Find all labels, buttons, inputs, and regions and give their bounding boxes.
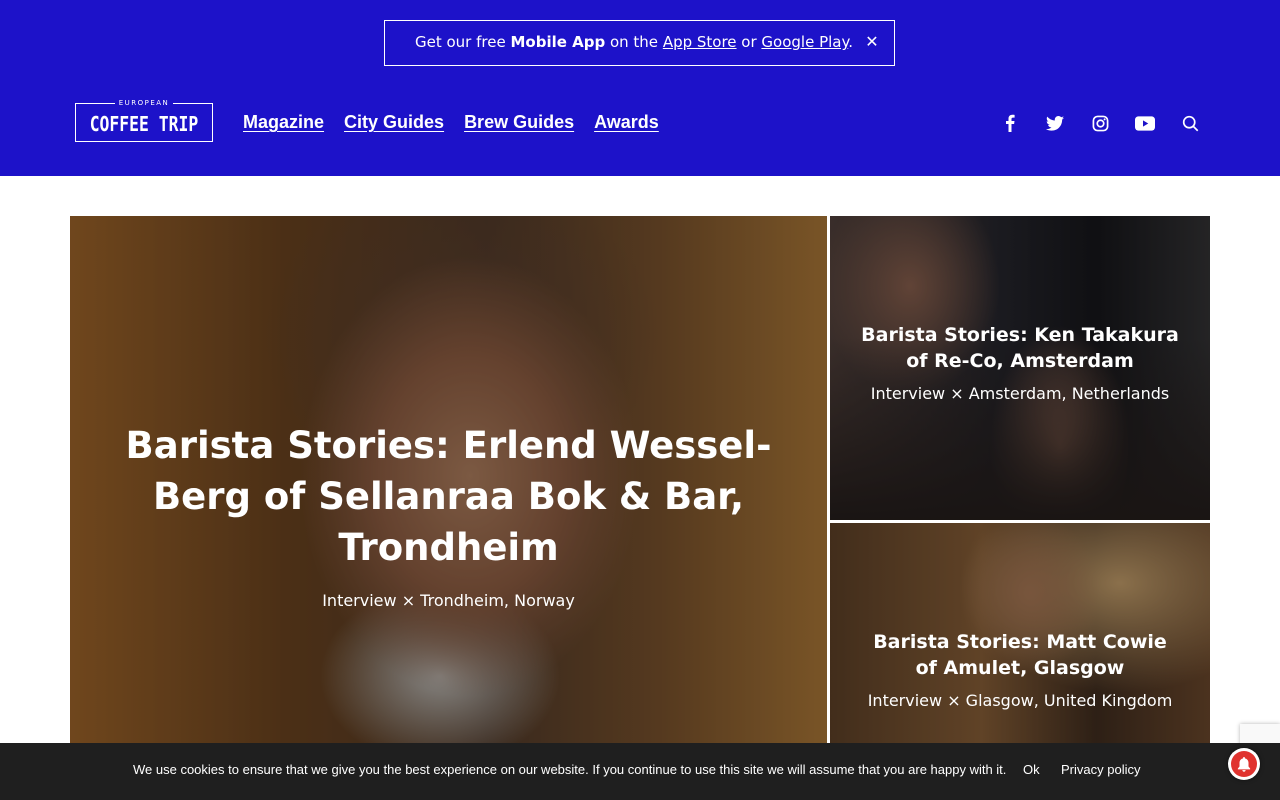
facebook-icon[interactable] — [998, 113, 1022, 133]
main-nav: Magazine City Guides Brew Guides Awards — [243, 110, 659, 134]
side-article-1-meta: Interview × Amsterdam, Netherlands — [870, 384, 1170, 403]
side-article-1[interactable]: Barista Stories: Ken Takakura of Re-Co, … — [830, 216, 1210, 520]
app-banner-mobile-app: Mobile App — [510, 33, 606, 51]
app-banner-prefix: Get our free — [415, 33, 511, 51]
nav-city-guides[interactable]: City Guides — [344, 110, 444, 134]
search-icon[interactable] — [1178, 113, 1202, 133]
logo-text: COFFEE TRIP — [89, 112, 199, 136]
app-banner-middle: on the — [605, 33, 663, 51]
privacy-policy-link[interactable]: Privacy policy — [1061, 762, 1140, 777]
app-store-link[interactable]: App Store — [663, 33, 737, 51]
app-banner: Get our free Mobile App on the App Store… — [384, 20, 895, 66]
social-links — [998, 113, 1223, 133]
youtube-icon[interactable] — [1133, 113, 1157, 133]
site-header: Get our free Mobile App on the App Store… — [0, 0, 1280, 176]
featured-article-title[interactable]: Barista Stories: Erlend Wessel-Berg of S… — [70, 420, 827, 573]
side-article-2-meta: Interview × Glasgow, United Kingdom — [867, 691, 1173, 710]
side-article-2-title[interactable]: Barista Stories: Matt Cowie of Amulet, G… — [830, 629, 1210, 681]
bell-icon — [1231, 751, 1257, 777]
app-banner-text: Get our free Mobile App on the App Store… — [415, 33, 853, 51]
featured-article-main[interactable]: Barista Stories: Erlend Wessel-Berg of S… — [70, 216, 827, 746]
app-banner-or: or — [736, 33, 762, 51]
nav-magazine[interactable]: Magazine — [243, 110, 324, 134]
close-icon[interactable]: ✕ — [864, 32, 880, 52]
notification-button[interactable] — [1228, 748, 1260, 780]
side-article-2[interactable]: Barista Stories: Matt Cowie of Amulet, G… — [830, 523, 1210, 746]
cookie-ok-button[interactable]: Ok — [1023, 762, 1040, 777]
app-banner-suffix: . — [848, 33, 854, 51]
instagram-icon[interactable] — [1088, 113, 1112, 133]
google-play-link[interactable]: Google Play — [761, 33, 848, 51]
logo-small-text: EUROPEAN — [76, 98, 212, 108]
featured-article-meta: Interview × Trondheim, Norway — [322, 591, 575, 610]
side-article-1-title[interactable]: Barista Stories: Ken Takakura of Re-Co, … — [830, 322, 1210, 374]
twitter-icon[interactable] — [1043, 113, 1067, 133]
nav-awards[interactable]: Awards — [594, 110, 659, 134]
cookie-message: We use cookies to ensure that we give yo… — [133, 762, 1007, 777]
site-logo[interactable]: EUROPEAN COFFEE TRIP — [75, 99, 213, 142]
cookie-bar: We use cookies to ensure that we give yo… — [0, 743, 1280, 800]
nav-brew-guides[interactable]: Brew Guides — [464, 110, 574, 134]
